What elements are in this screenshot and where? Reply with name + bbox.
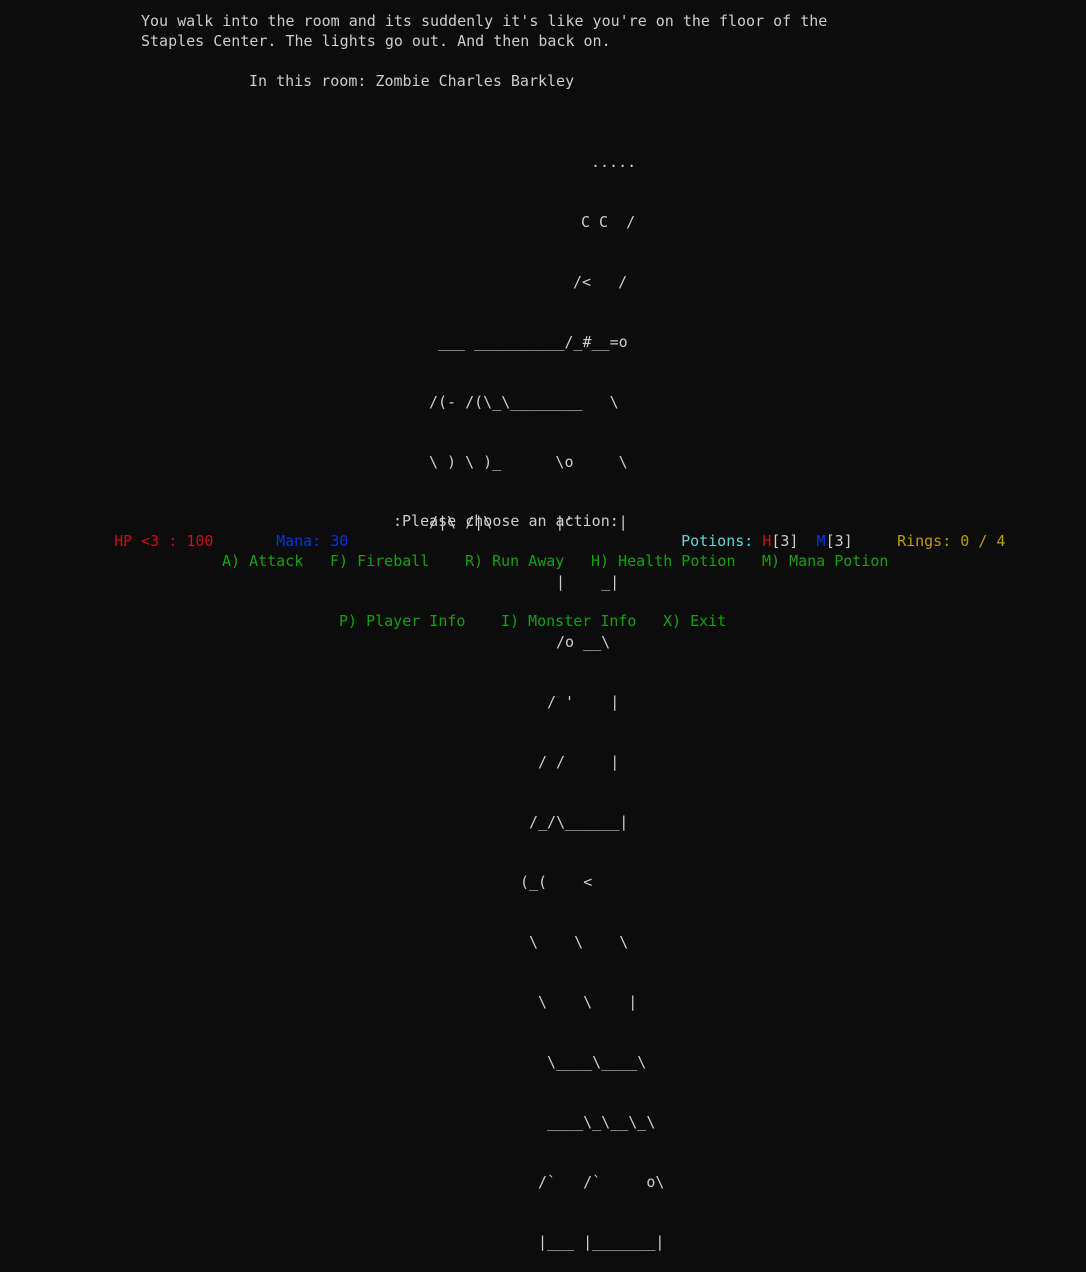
potions-display: Potions: H[3] M[3] <box>663 511 853 551</box>
mana-potion-letter: M <box>816 532 826 550</box>
rings-value: 0 / 4 <box>960 532 1006 550</box>
art-line: / / | <box>538 753 620 771</box>
art-line: / ' | <box>547 693 620 711</box>
monster-ascii-art: ..... C C / /< / ___ __________/_#__=o /… <box>0 112 664 1272</box>
action-monster-info[interactable]: I) Monster Info <box>501 611 636 631</box>
art-line: |___ |_______| <box>538 1233 665 1251</box>
action-exit[interactable]: X) Exit <box>663 611 726 631</box>
action-prompt: :Please choose an action: <box>393 512 619 530</box>
hp-display: HP <3 : 100 <box>114 532 213 550</box>
rings-display: Rings: 0 / 4 <box>879 511 1005 551</box>
hp-label: HP <3 : <box>114 532 187 550</box>
action-fireball[interactable]: F) Fireball <box>330 551 429 571</box>
mana-label: Mana: <box>276 532 331 550</box>
art-line: \ ) \ )_ \o \ <box>429 453 628 471</box>
action-player-info[interactable]: P) Player Info <box>339 611 465 631</box>
potions-label: Potions: <box>681 532 763 550</box>
art-line: /(- /(\_\________ \ <box>429 393 619 411</box>
narration-line-2: Staples Center. The lights go out. And t… <box>141 32 611 50</box>
art-line: (_( < <box>520 873 593 891</box>
action-health-potion[interactable]: H) Health Potion <box>591 551 736 571</box>
art-line: /< / <box>573 273 628 291</box>
health-potion-count: [3] <box>771 532 799 550</box>
mana-value: 30 <box>330 532 349 550</box>
hp-value: 100 <box>186 532 214 550</box>
art-line: | _| <box>556 573 620 591</box>
art-line: ____\_\__\_\ <box>547 1113 656 1131</box>
art-line: /` /` o\ <box>538 1173 665 1191</box>
action-attack[interactable]: A) Attack <box>222 551 303 571</box>
art-line: \ \ | <box>538 993 638 1011</box>
mana-display: Mana: 30 <box>258 511 348 551</box>
art-line: /o __\ <box>556 633 611 651</box>
rings-label: Rings: <box>897 532 961 550</box>
narration-line-1: You walk into the room and its suddenly … <box>141 12 828 30</box>
art-line: C C / <box>581 213 636 231</box>
action-run-away[interactable]: R) Run Away <box>465 551 564 571</box>
art-line: \ \ \ <box>529 933 629 951</box>
mana-potion-count: [3] <box>825 532 853 550</box>
room-contents: In this room: Zombie Charles Barkley <box>249 72 575 90</box>
art-line: ___ __________/_#__=o <box>438 333 628 351</box>
art-line: ..... <box>591 153 637 171</box>
action-mana-potion[interactable]: M) Mana Potion <box>762 551 888 571</box>
art-line: /_/\______| <box>529 813 629 831</box>
status-bar: HP <3 : 100 <box>96 511 213 551</box>
art-line: \____\____\ <box>547 1053 647 1071</box>
